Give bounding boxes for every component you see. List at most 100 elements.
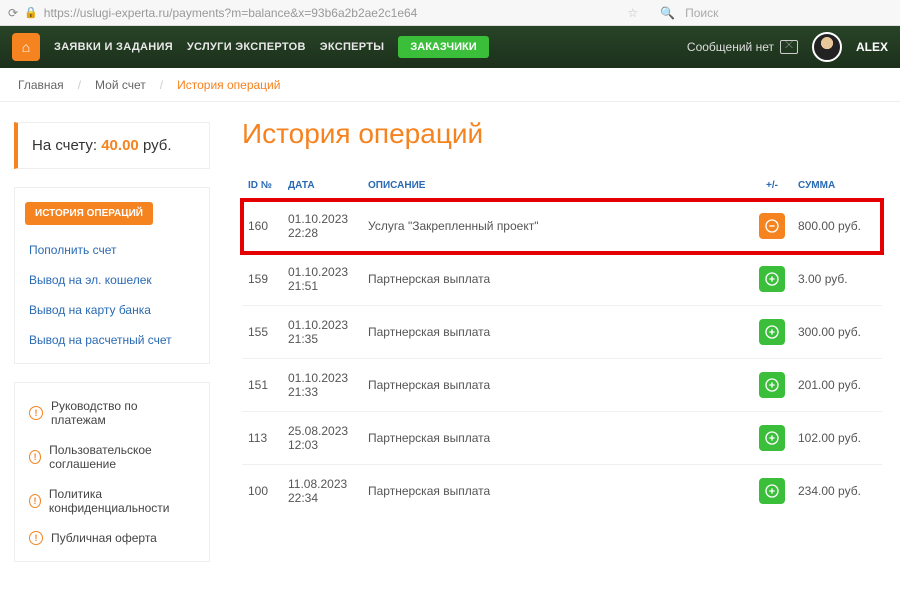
cell-sign <box>752 465 792 518</box>
cell-sum: 201.00 руб. <box>792 359 882 412</box>
col-id[interactable]: ID № <box>242 172 282 200</box>
cell-date: 11.08.202322:34 <box>282 465 362 518</box>
cell-sum: 102.00 руб. <box>792 412 882 465</box>
cell-date: 01.10.202322:28 <box>282 200 362 253</box>
table-header: ID № ДАТА ОПИСАНИЕ +/- СУММА <box>242 172 882 200</box>
info-icon: ! <box>29 450 41 464</box>
sidebar-link-2[interactable]: Вывод на карту банка <box>15 295 209 325</box>
plus-icon <box>759 478 785 504</box>
breadcrumb-home[interactable]: Главная <box>18 78 64 92</box>
browser-bar: ⟳ 🔒 https://uslugi-experta.ru/payments?m… <box>0 0 900 26</box>
cell-id: 100 <box>242 465 282 518</box>
sidebar-doc-0[interactable]: ! Руководство по платежам <box>15 391 209 435</box>
sidebar-documents: ! Руководство по платежам! Пользовательско… <box>14 382 210 562</box>
sidebar-active-history[interactable]: ИСТОРИЯ ОПЕРАЦИЙ <box>25 202 153 225</box>
cell-sum: 800.00 руб. <box>792 200 882 253</box>
col-desc[interactable]: ОПИСАНИЕ <box>362 172 752 200</box>
sidebar-doc-label: Пользовательское соглашение <box>49 443 195 471</box>
cell-date: 01.10.202321:51 <box>282 253 362 306</box>
url-area: ⟳ 🔒 https://uslugi-experta.ru/payments?m… <box>8 6 417 20</box>
cell-id: 159 <box>242 253 282 306</box>
table-row[interactable]: 15901.10.202321:51Партнерская выплата 3.0… <box>242 253 882 306</box>
col-date[interactable]: ДАТА <box>282 172 362 200</box>
cell-desc: Услуга "Закрепленный проект" <box>362 200 752 253</box>
table-row[interactable]: 16001.10.202322:28Услуга "Закрепленный п… <box>242 200 882 253</box>
sidebar-doc-1[interactable]: ! Пользовательское соглашение <box>15 435 209 479</box>
page-body: На счету: 40.00 руб. ИСТОРИЯ ОПЕРАЦИЙ По… <box>0 110 900 574</box>
table-row[interactable]: 11325.08.202312:03Партнерская выплата 102… <box>242 412 882 465</box>
sidebar-doc-label: Политика конфиденциальности <box>49 487 195 515</box>
sidebar-doc-label: Руководство по платежам <box>51 399 195 427</box>
cell-id: 151 <box>242 359 282 412</box>
cell-desc: Партнерская выплата <box>362 359 752 412</box>
balance-card: На счету: 40.00 руб. <box>14 122 210 169</box>
sidebar-operations: ИСТОРИЯ ОПЕРАЦИЙ Пополнить счетВывод на … <box>14 187 210 364</box>
cell-id: 113 <box>242 412 282 465</box>
balance-currency: руб. <box>143 137 172 154</box>
reload-icon[interactable]: ⟳ <box>8 6 18 20</box>
plus-icon <box>759 425 785 451</box>
page-title: История операций <box>242 118 882 150</box>
cell-sign <box>752 200 792 253</box>
table-row[interactable]: 15501.10.202321:35Партнерская выплата 300… <box>242 306 882 359</box>
sidebar-doc-label: Публичная оферта <box>51 531 157 545</box>
username-label[interactable]: ALEX <box>856 40 888 54</box>
address-bar[interactable]: https://uslugi-experta.ru/payments?m=bal… <box>44 6 418 20</box>
home-icon: ⌂ <box>22 39 30 55</box>
breadcrumb: Главная / Мой счет / История операций <box>0 68 900 102</box>
avatar[interactable] <box>812 32 842 62</box>
plus-icon <box>759 319 785 345</box>
sidebar-link-3[interactable]: Вывод на расчетный счет <box>15 325 209 355</box>
balance-label: На счету: <box>32 137 97 154</box>
nav-link-experts[interactable]: ЭКСПЕРТЫ <box>320 41 385 53</box>
plus-icon <box>759 372 785 398</box>
cell-date: 25.08.202312:03 <box>282 412 362 465</box>
cell-id: 155 <box>242 306 282 359</box>
info-icon: ! <box>29 406 43 420</box>
plus-icon <box>759 266 785 292</box>
table-row[interactable]: 15101.10.202321:33Партнерская выплата 201… <box>242 359 882 412</box>
cell-sign <box>752 253 792 306</box>
sidebar-doc-2[interactable]: ! Политика конфиденциальности <box>15 479 209 523</box>
cell-sum: 300.00 руб. <box>792 306 882 359</box>
messages-label: Сообщений нет <box>687 40 774 54</box>
cell-date: 01.10.202321:33 <box>282 359 362 412</box>
envelope-icon <box>780 40 798 54</box>
left-column: На счету: 40.00 руб. ИСТОРИЯ ОПЕРАЦИЙ По… <box>0 110 224 574</box>
cell-desc: Партнерская выплата <box>362 465 752 518</box>
info-icon: ! <box>29 494 41 508</box>
breadcrumb-account[interactable]: Мой счет <box>95 78 146 92</box>
sidebar-link-0[interactable]: Пополнить счет <box>15 235 209 265</box>
search-input[interactable]: Поиск <box>685 6 718 20</box>
cell-sum: 3.00 руб. <box>792 253 882 306</box>
cell-desc: Партнерская выплата <box>362 306 752 359</box>
info-icon: ! <box>29 531 43 545</box>
cell-desc: Партнерская выплата <box>362 412 752 465</box>
search-icon[interactable]: 🔍 <box>660 6 675 20</box>
col-pm[interactable]: +/- <box>752 172 792 200</box>
cell-id: 160 <box>242 200 282 253</box>
cell-sign <box>752 359 792 412</box>
nav-pill-customers[interactable]: ЗАКАЗЧИКИ <box>398 36 488 58</box>
lock-icon: 🔒 <box>24 6 38 19</box>
home-button[interactable]: ⌂ <box>12 33 40 61</box>
minus-icon <box>759 213 785 239</box>
cell-sign <box>752 306 792 359</box>
cell-date: 01.10.202321:35 <box>282 306 362 359</box>
table-row[interactable]: 10011.08.202322:34Партнерская выплата 234… <box>242 465 882 518</box>
cell-sum: 234.00 руб. <box>792 465 882 518</box>
cell-sign <box>752 412 792 465</box>
operations-table: ID № ДАТА ОПИСАНИЕ +/- СУММА 16001.10.20… <box>242 172 882 517</box>
bookmark-icon[interactable]: ☆ <box>627 6 638 20</box>
top-nav: ⌂ ЗАЯВКИ И ЗАДАНИЯ УСЛУГИ ЭКСПЕРТОВ ЭКСП… <box>0 26 900 68</box>
nav-link-services[interactable]: УСЛУГИ ЭКСПЕРТОВ <box>187 41 306 53</box>
col-sum[interactable]: СУММА <box>792 172 882 200</box>
nav-link-requests[interactable]: ЗАЯВКИ И ЗАДАНИЯ <box>54 41 173 53</box>
main-column: История операций ID № ДАТА ОПИСАНИЕ +/- … <box>224 110 900 574</box>
balance-amount: 40.00 <box>101 137 139 154</box>
messages-indicator[interactable]: Сообщений нет <box>687 40 798 54</box>
cell-desc: Партнерская выплата <box>362 253 752 306</box>
breadcrumb-current: История операций <box>177 78 280 92</box>
sidebar-link-1[interactable]: Вывод на эл. кошелек <box>15 265 209 295</box>
sidebar-doc-3[interactable]: ! Публичная оферта <box>15 523 209 553</box>
